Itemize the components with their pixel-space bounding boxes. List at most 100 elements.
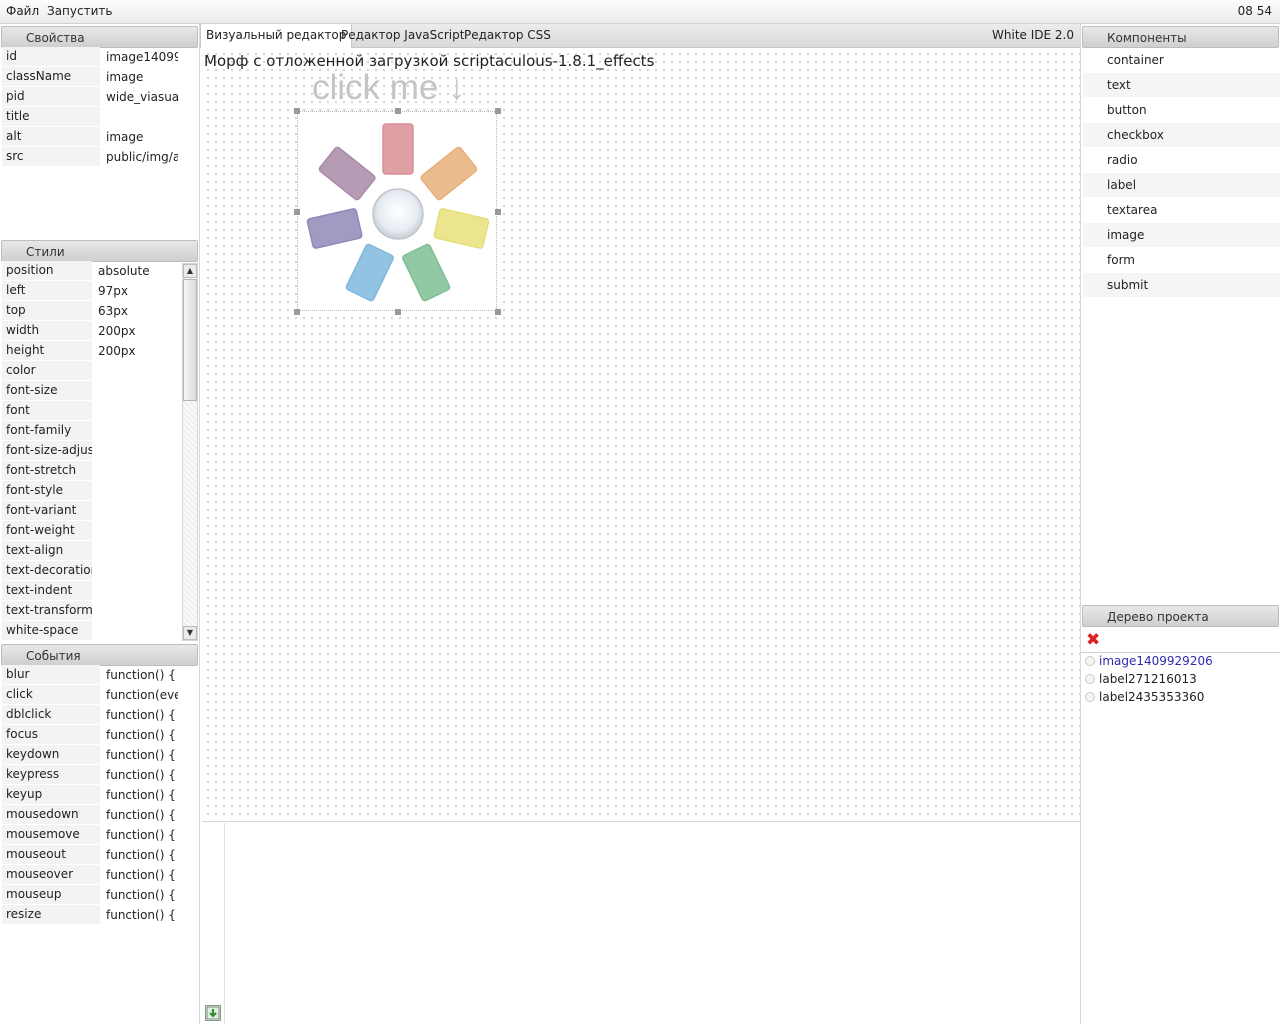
scroll-up-icon[interactable]: ▲ bbox=[183, 264, 197, 278]
menu-run[interactable]: Запустить bbox=[47, 4, 112, 18]
resize-handle-w[interactable] bbox=[294, 209, 300, 215]
property-value[interactable]: image bbox=[102, 67, 178, 86]
event-value[interactable]: function(ever bbox=[102, 685, 178, 704]
event-value[interactable]: function() { } bbox=[102, 785, 178, 804]
resize-handle-e[interactable] bbox=[495, 209, 501, 215]
events-header[interactable]: События bbox=[1, 644, 198, 666]
resize-handle-sw[interactable] bbox=[294, 309, 300, 315]
style-value[interactable]: 97px bbox=[94, 281, 182, 300]
style-value[interactable] bbox=[94, 361, 182, 380]
component-container[interactable]: container bbox=[1083, 48, 1280, 72]
event-row: mousemovefunction() { } bbox=[2, 825, 178, 844]
click-me-label[interactable]: click me ↓ bbox=[312, 68, 466, 108]
event-row: mousedownfunction() { } bbox=[2, 805, 178, 824]
scroll-down-icon[interactable]: ▼ bbox=[183, 626, 197, 640]
styles-scrollbar[interactable]: ▲ ▼ bbox=[182, 263, 198, 641]
resize-handle-ne[interactable] bbox=[495, 108, 501, 114]
scroll-thumb[interactable] bbox=[183, 279, 197, 401]
style-value[interactable] bbox=[94, 621, 182, 640]
styles-header[interactable]: Стили bbox=[1, 240, 198, 262]
event-value[interactable]: function() { } bbox=[102, 885, 178, 904]
event-value[interactable]: function() { } bbox=[102, 665, 178, 684]
tree-node[interactable]: image1409929206 bbox=[1085, 654, 1213, 672]
tab-js-editor[interactable]: Редактор JavaScript bbox=[336, 24, 469, 47]
style-value[interactable] bbox=[94, 601, 182, 620]
add-file-icon[interactable] bbox=[205, 1005, 221, 1021]
tree-node[interactable]: label271216013 bbox=[1085, 672, 1197, 690]
style-name: font-size-adjust bbox=[2, 441, 92, 460]
event-value[interactable]: function() { } bbox=[102, 905, 178, 924]
style-value[interactable]: 63px bbox=[94, 301, 182, 320]
event-value[interactable]: function() { } bbox=[102, 745, 178, 764]
code-panel[interactable] bbox=[202, 823, 1080, 1024]
event-value[interactable]: function() { } bbox=[102, 705, 178, 724]
component-text[interactable]: text bbox=[1083, 73, 1280, 97]
component-textarea[interactable]: textarea bbox=[1083, 198, 1280, 222]
tree-node-icon bbox=[1085, 656, 1095, 666]
flower-petal bbox=[402, 243, 451, 302]
style-name: color bbox=[2, 361, 92, 380]
properties-header[interactable]: Свойства bbox=[1, 26, 198, 48]
tab-visual-editor[interactable]: Визуальный редактор bbox=[200, 24, 353, 48]
component-submit[interactable]: submit bbox=[1083, 273, 1280, 297]
project-tree-header[interactable]: Дерево проекта bbox=[1082, 605, 1279, 627]
component-checkbox[interactable]: checkbox bbox=[1083, 123, 1280, 147]
style-value[interactable]: 200px bbox=[94, 341, 182, 360]
style-value[interactable] bbox=[94, 521, 182, 540]
resize-handle-nw[interactable] bbox=[294, 108, 300, 114]
event-name: mouseup bbox=[2, 885, 100, 904]
style-value[interactable] bbox=[94, 501, 182, 520]
style-value[interactable]: absolute bbox=[94, 261, 182, 280]
property-value[interactable]: public/img/ap bbox=[102, 147, 178, 166]
component-label[interactable]: label bbox=[1083, 173, 1280, 197]
style-value[interactable] bbox=[94, 421, 182, 440]
style-row: font bbox=[2, 401, 182, 420]
components-header[interactable]: Компоненты bbox=[1082, 26, 1279, 48]
style-value[interactable] bbox=[94, 461, 182, 480]
component-form[interactable]: form bbox=[1083, 248, 1280, 272]
property-value[interactable]: wide_viasua bbox=[102, 87, 178, 106]
property-row: alt image bbox=[2, 127, 178, 146]
property-value[interactable] bbox=[102, 107, 178, 126]
style-value[interactable] bbox=[94, 561, 182, 580]
component-radio[interactable]: radio bbox=[1083, 148, 1280, 172]
style-value[interactable] bbox=[94, 581, 182, 600]
event-value[interactable]: function() { } bbox=[102, 845, 178, 864]
style-row: font-size-adjust bbox=[2, 441, 182, 460]
delete-icon[interactable]: ✖ bbox=[1086, 632, 1102, 649]
event-value[interactable]: function() { } bbox=[102, 825, 178, 844]
component-image[interactable]: image bbox=[1083, 223, 1280, 247]
style-value[interactable] bbox=[94, 381, 182, 400]
event-value[interactable]: function() { } bbox=[102, 865, 178, 884]
event-row: blurfunction() { } bbox=[2, 665, 178, 684]
style-value[interactable] bbox=[94, 441, 182, 460]
menu-file[interactable]: Файл bbox=[6, 4, 39, 18]
event-name: resize bbox=[2, 905, 100, 924]
property-row: className image bbox=[2, 67, 178, 86]
resize-handle-s[interactable] bbox=[395, 309, 401, 315]
style-value[interactable] bbox=[94, 481, 182, 500]
event-value[interactable]: function() { } bbox=[102, 805, 178, 824]
event-row: keydownfunction() { } bbox=[2, 745, 178, 764]
design-canvas[interactable]: Морф с отложенной загрузкой scriptaculou… bbox=[202, 48, 1080, 822]
style-value[interactable] bbox=[94, 401, 182, 420]
event-value[interactable]: function() { } bbox=[102, 725, 178, 744]
event-name: focus bbox=[2, 725, 100, 744]
editor-tabs: Визуальный редактор Редактор JavaScript … bbox=[200, 24, 1080, 48]
property-value[interactable]: image14099 bbox=[102, 47, 178, 66]
style-name: text-decoration bbox=[2, 561, 92, 580]
property-value[interactable]: image bbox=[102, 127, 178, 146]
event-value[interactable]: function() { } bbox=[102, 765, 178, 784]
component-button[interactable]: button bbox=[1083, 98, 1280, 122]
style-value[interactable]: 200px bbox=[94, 321, 182, 340]
resize-handle-n[interactable] bbox=[395, 108, 401, 114]
style-value[interactable] bbox=[94, 541, 182, 560]
tab-css-editor[interactable]: Редактор CSS bbox=[459, 24, 556, 47]
event-row: focusfunction() { } bbox=[2, 725, 178, 744]
style-row: font-style bbox=[2, 481, 182, 500]
flower-petal bbox=[318, 146, 376, 201]
resize-handle-se[interactable] bbox=[495, 309, 501, 315]
tree-node[interactable]: label2435353360 bbox=[1085, 690, 1204, 708]
selected-image[interactable] bbox=[294, 108, 501, 315]
flower-petal bbox=[420, 146, 478, 201]
